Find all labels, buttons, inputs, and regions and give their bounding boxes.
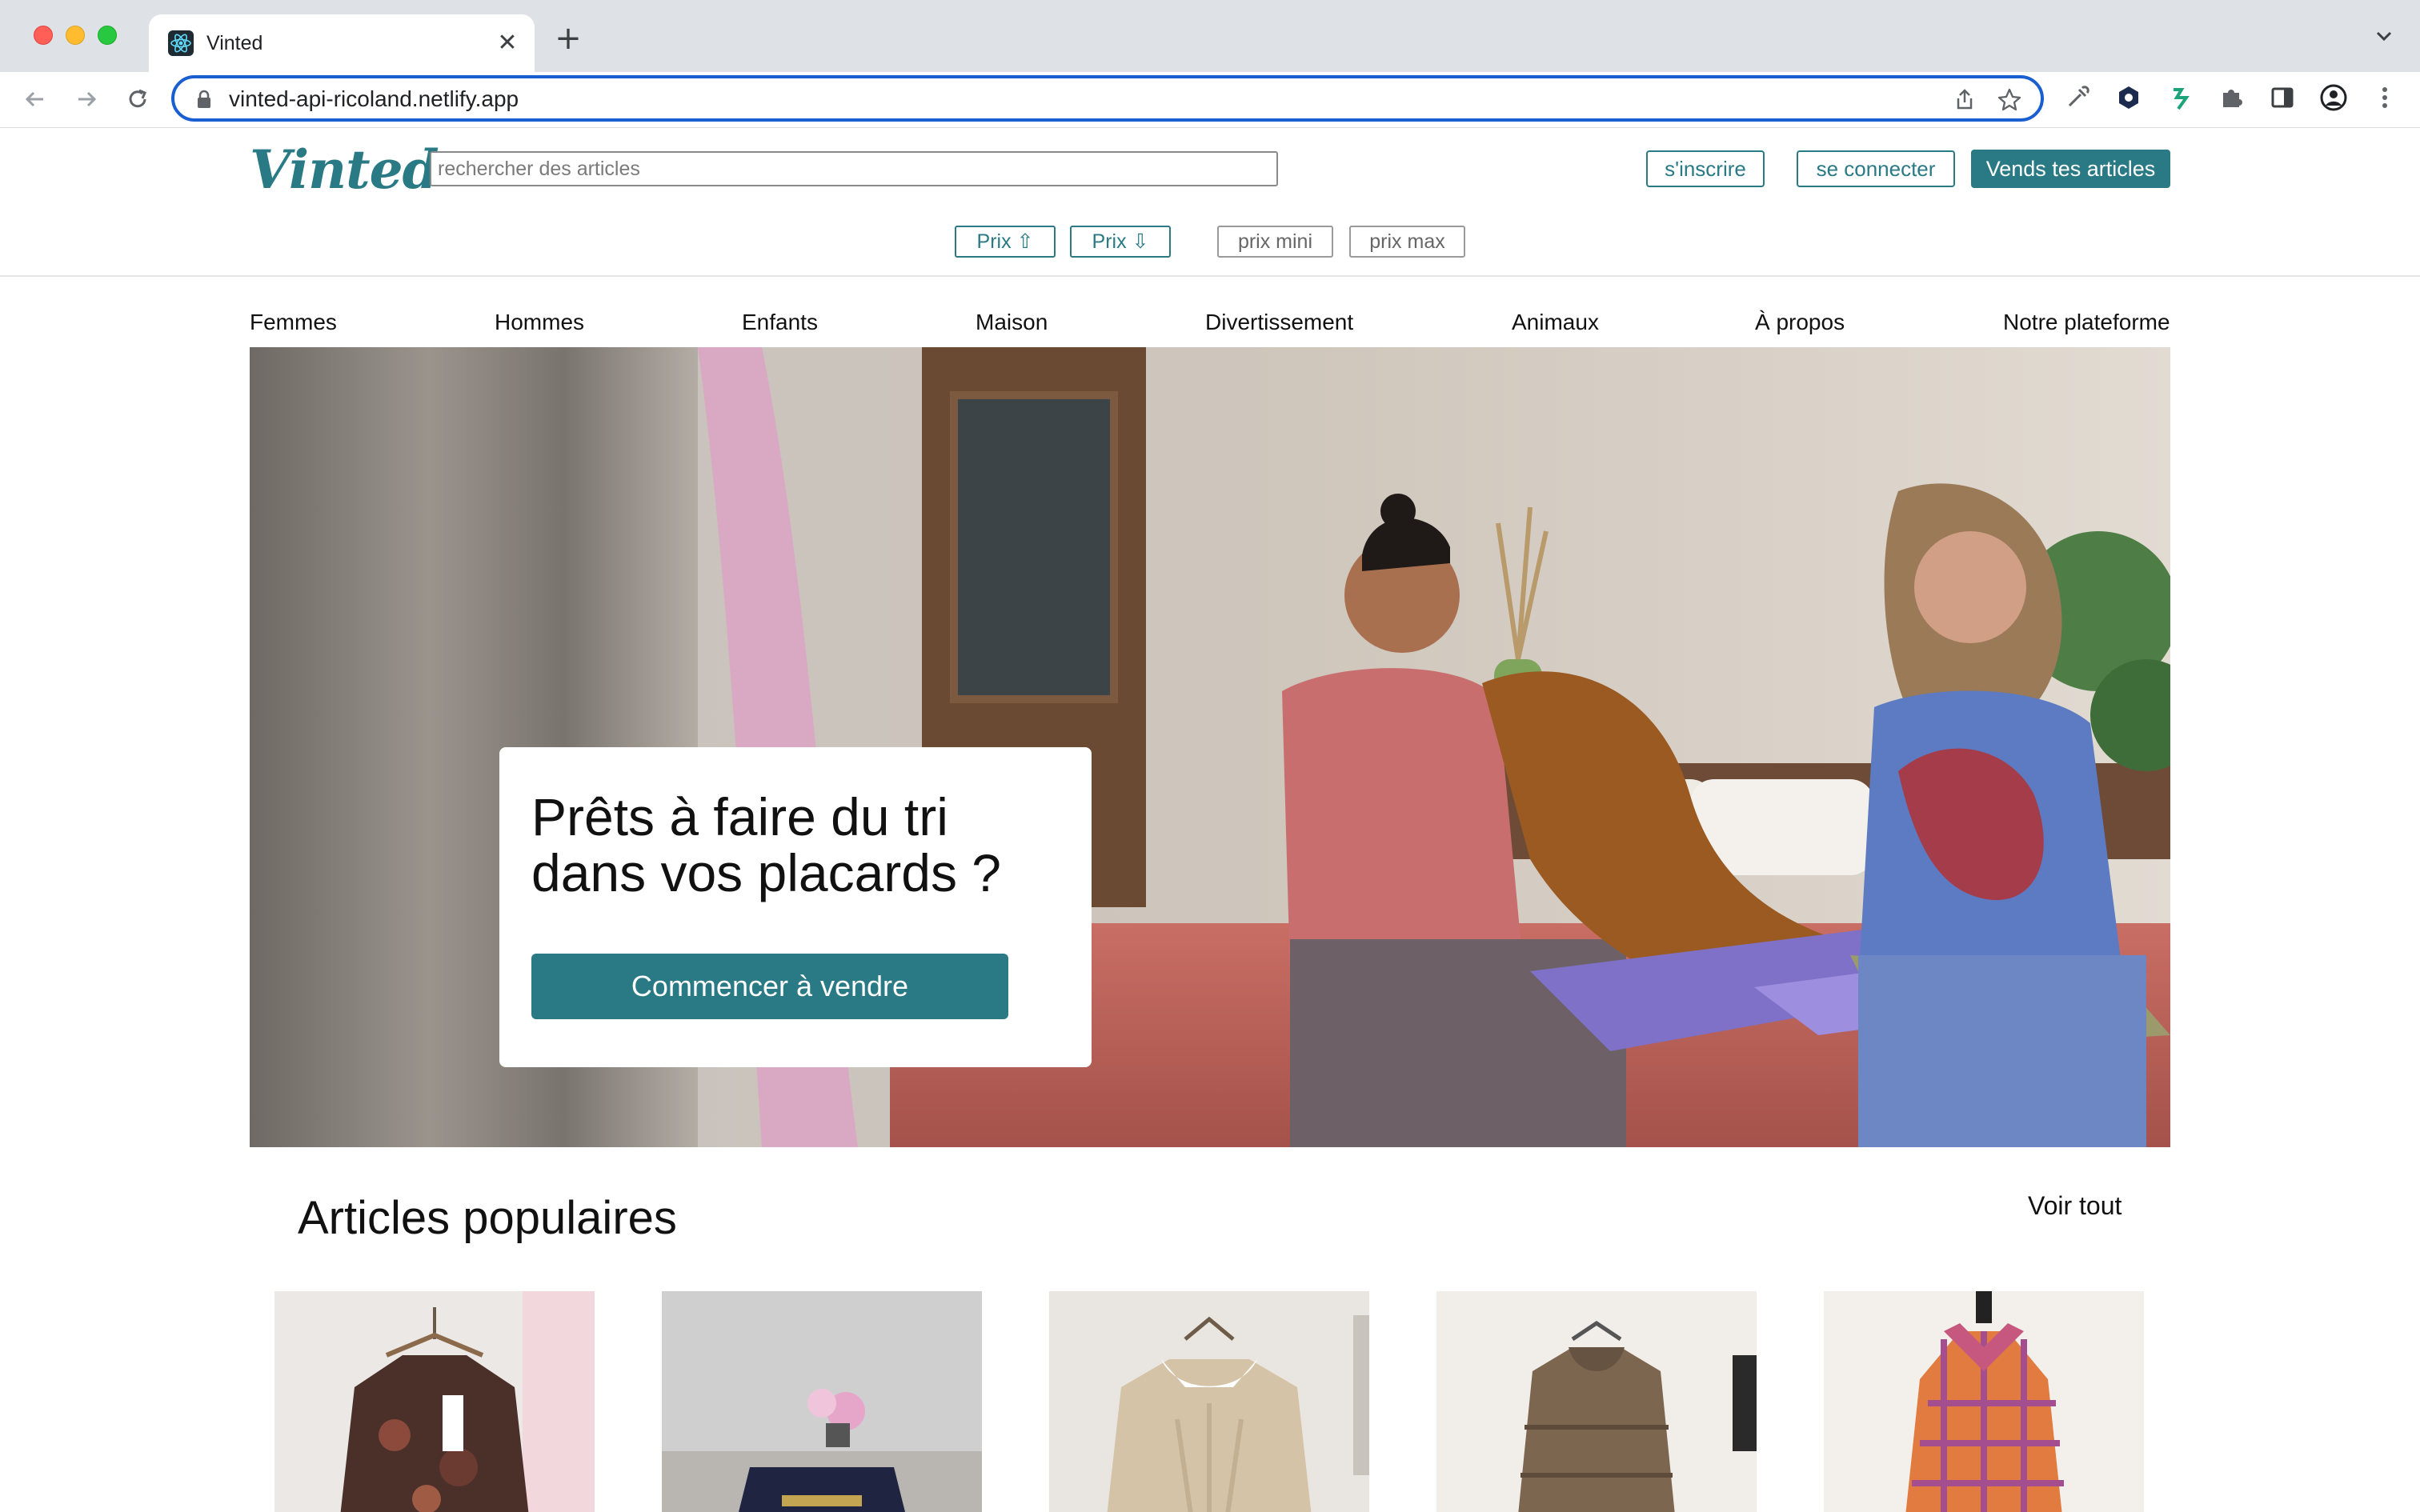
hero-title-line-2: dans vos placards ? bbox=[531, 843, 1002, 902]
forward-button[interactable] bbox=[70, 83, 102, 115]
new-tab-button[interactable]: + bbox=[552, 22, 584, 54]
signup-button[interactable]: s'inscrire bbox=[1646, 150, 1765, 187]
react-favicon-icon bbox=[168, 30, 194, 56]
profile-avatar-icon[interactable] bbox=[2319, 83, 2348, 112]
bookmark-star-icon[interactable] bbox=[1996, 86, 2023, 114]
nav-item-a-propos[interactable]: À propos bbox=[1755, 306, 1845, 338]
minimize-window-button[interactable] bbox=[66, 26, 85, 45]
nav-item-hommes[interactable]: Hommes bbox=[495, 306, 584, 338]
tab-search-chevron-icon[interactable] bbox=[2372, 24, 2396, 48]
back-button[interactable] bbox=[19, 83, 51, 115]
hero-title-line-1: Prêts à faire du tri bbox=[531, 787, 948, 846]
popular-items-title: Articles populaires bbox=[298, 1192, 677, 1244]
login-button[interactable]: se connecter bbox=[1797, 150, 1955, 187]
forward-arrow-icon bbox=[78, 91, 97, 107]
browser-tab[interactable]: Vinted ✕ bbox=[149, 14, 535, 72]
see-all-link[interactable]: Voir tout bbox=[2028, 1190, 2122, 1222]
hero-banner: Prêts à faire du tri dans vos placards ?… bbox=[250, 347, 2170, 1147]
product-image-paisley-blouse[interactable] bbox=[274, 1291, 595, 1512]
extensions-puzzle-icon[interactable] bbox=[2217, 83, 2246, 112]
start-selling-button[interactable]: Commencer à vendre bbox=[531, 954, 1008, 1019]
chrome-menu-icon[interactable] bbox=[2370, 83, 2399, 112]
hero-card: Prêts à faire du tri dans vos placards ?… bbox=[499, 747, 1092, 1067]
hero-title: Prêts à faire du tri dans vos placards ? bbox=[531, 789, 1076, 901]
web-page: Vinted s'inscrire se connecter Vends tes… bbox=[0, 129, 2420, 1512]
product-image-checked-shirt[interactable] bbox=[1824, 1291, 2144, 1512]
close-window-button[interactable] bbox=[34, 26, 53, 45]
side-panel-icon[interactable] bbox=[2268, 83, 2297, 112]
tab-title: Vinted bbox=[206, 32, 263, 54]
back-arrow-icon bbox=[25, 91, 43, 107]
product-image-navy-sweater[interactable] bbox=[662, 1291, 982, 1512]
shield-extension-icon[interactable] bbox=[2114, 83, 2143, 112]
nav-item-animaux[interactable]: Animaux bbox=[1512, 306, 1599, 338]
product-image-cable-knit-sweater[interactable] bbox=[1049, 1291, 1369, 1512]
product-card[interactable] bbox=[1824, 1291, 2144, 1512]
price-max-input[interactable]: prix max bbox=[1349, 226, 1465, 258]
nav-item-enfants[interactable]: Enfants bbox=[742, 306, 818, 338]
nav-item-divertissement[interactable]: Divertissement bbox=[1205, 306, 1353, 338]
vinted-logo[interactable]: Vinted bbox=[250, 138, 439, 201]
share-icon[interactable] bbox=[1951, 86, 1978, 114]
product-card[interactable] bbox=[274, 1291, 595, 1512]
search-input[interactable] bbox=[430, 151, 1278, 186]
maximize-window-button[interactable] bbox=[98, 26, 117, 45]
eyedropper-extension-icon[interactable] bbox=[2063, 83, 2092, 112]
url-text[interactable]: vinted-api-ricoland.netlify.app bbox=[229, 86, 519, 113]
product-card[interactable] bbox=[662, 1291, 982, 1512]
leaf-extension-icon[interactable] bbox=[2166, 83, 2194, 112]
address-bar[interactable]: vinted-api-ricoland.netlify.app bbox=[171, 75, 2044, 122]
browser-tab-bar: Vinted ✕ + bbox=[0, 0, 2420, 72]
category-nav: Femmes Hommes Enfants Maison Divertissem… bbox=[250, 306, 2170, 338]
tab-close-icon[interactable]: ✕ bbox=[495, 30, 520, 56]
nav-item-femmes[interactable]: Femmes bbox=[250, 306, 337, 338]
sell-items-button[interactable]: Vends tes articles bbox=[1971, 150, 2170, 188]
price-min-input[interactable]: prix mini bbox=[1217, 226, 1333, 258]
product-card[interactable] bbox=[1436, 1291, 1757, 1512]
product-card[interactable] bbox=[1049, 1291, 1369, 1512]
header-divider bbox=[0, 275, 2420, 277]
nav-item-notre-plateforme[interactable]: Notre plateforme bbox=[2003, 306, 2170, 338]
lock-icon[interactable] bbox=[195, 90, 213, 109]
browser-toolbar: vinted-api-ricoland.netlify.app bbox=[0, 72, 2420, 128]
sort-price-asc-button[interactable]: Prix ⇧ bbox=[955, 226, 1056, 258]
reload-button[interactable] bbox=[122, 83, 154, 115]
sort-price-desc-button[interactable]: Prix ⇩ bbox=[1070, 226, 1171, 258]
product-image-puffer-jacket[interactable] bbox=[1436, 1291, 1757, 1512]
nav-item-maison[interactable]: Maison bbox=[976, 306, 1048, 338]
reload-icon bbox=[129, 89, 146, 108]
